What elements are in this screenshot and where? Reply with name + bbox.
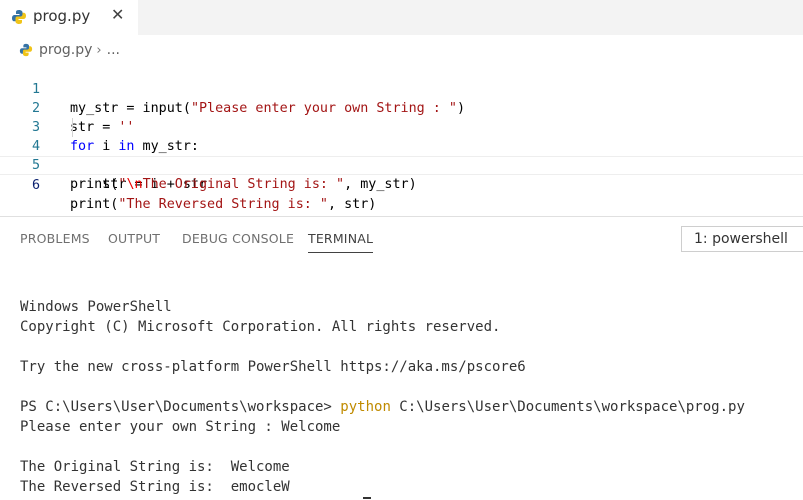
code-line: 3 for i in my_str: bbox=[0, 99, 803, 154]
terminal-line: Copyright (C) Microsoft Corporation. All… bbox=[20, 319, 501, 335]
breadcrumb-ellipsis[interactable]: ... bbox=[107, 42, 120, 58]
tab-filename: prog.py bbox=[33, 7, 91, 25]
tab-prog-py[interactable]: prog.py ✕ bbox=[0, 0, 139, 35]
terminal-command: python bbox=[340, 399, 391, 415]
terminal-line: The Reversed String is: emocleW bbox=[20, 479, 290, 495]
line-number: 6 bbox=[31, 178, 40, 193]
terminal-select-dropdown[interactable]: 1: powershell bbox=[681, 226, 803, 252]
code-line: 4 str = i + str bbox=[0, 118, 803, 192]
terminal-line: Try the new cross-platform PowerShell ht… bbox=[20, 359, 526, 375]
code-text: print("\nThe Original String is: ", my_s… bbox=[70, 177, 417, 192]
tab-problems[interactable]: PROBLEMS bbox=[20, 231, 90, 246]
terminal-command-arg: C:\Users\User\Documents\workspace\prog.p… bbox=[390, 399, 745, 415]
python-file-icon bbox=[19, 43, 33, 57]
python-file-icon bbox=[12, 10, 26, 24]
editor-tab-bar: prog.py ✕ bbox=[0, 0, 803, 35]
tab-terminal[interactable]: TERMINAL bbox=[308, 231, 374, 253]
terminal-line: Windows PowerShell bbox=[20, 299, 172, 315]
code-line: 5 print("\nThe Original String is: ", my… bbox=[0, 137, 803, 192]
terminal-prompt: PS C:\Users\User\Documents\workspace> bbox=[20, 399, 341, 415]
terminal-line: The Original String is: Welcome bbox=[20, 459, 290, 475]
code-line: 1 my_str = input("Please enter your own … bbox=[0, 61, 803, 116]
terminal-cursor bbox=[363, 497, 371, 499]
terminal-line: Please enter your own String : Welcome bbox=[20, 419, 341, 435]
close-icon[interactable]: ✕ bbox=[111, 6, 124, 24]
tab-debug-console[interactable]: DEBUG CONSOLE bbox=[182, 231, 294, 246]
chevron-right-icon: › bbox=[96, 42, 102, 58]
code-editor[interactable]: 1 my_str = input("Please enter your own … bbox=[0, 61, 803, 212]
tab-output[interactable]: OUTPUT bbox=[108, 231, 160, 246]
indent-guide bbox=[72, 118, 73, 137]
breadcrumb: prog.py › ... bbox=[19, 39, 120, 61]
terminal-output[interactable]: Windows PowerShell Copyright (C) Microso… bbox=[20, 297, 745, 497]
code-line-current: 6 print("The Reversed String is: ", str) bbox=[0, 156, 803, 212]
breadcrumb-file[interactable]: prog.py bbox=[39, 42, 92, 58]
code-text: print("The Reversed String is: ", str) bbox=[70, 197, 377, 212]
panel-divider[interactable] bbox=[0, 216, 803, 217]
terminal-command-line: PS C:\Users\User\Documents\workspace> py… bbox=[20, 397, 745, 417]
code-line: 2 str = '' bbox=[0, 80, 803, 135]
